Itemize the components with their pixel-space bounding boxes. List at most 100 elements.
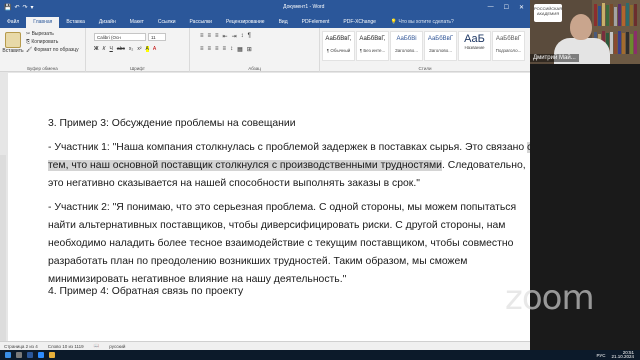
tab-mailings[interactable]: Рассылки [183, 17, 219, 28]
participant-head [570, 14, 592, 40]
style-sample: АаБбВвГ [495, 36, 522, 42]
style-heading-2[interactable]: АаБбВвГ Заголово... [424, 31, 457, 61]
italic-button[interactable]: К [103, 46, 106, 52]
status-bar: Страница 2 из 4 Слово 10 из 1119 📖 русск… [0, 341, 530, 350]
bold-button[interactable]: Ж [94, 46, 99, 52]
ribbon-tabs: Файл Главная Вставка Дизайн Макет Ссылки… [0, 14, 530, 28]
cut-button[interactable]: ✂ Вырезать [26, 31, 79, 37]
document-body[interactable]: 3. Пример 3: Обсуждение проблемы на сове… [48, 115, 530, 295]
clock-date: 21.10.2024 [611, 354, 634, 359]
ribbon-home: Вставить ✂ Вырезать ⎘ Копировать 🖌 Форма… [0, 28, 530, 72]
align-right-button[interactable]: ≡ [215, 46, 219, 53]
style-name: Подзаголо... [495, 48, 522, 53]
font-size-field[interactable]: 11 [148, 33, 166, 41]
underline-button[interactable]: Ч [109, 46, 112, 52]
participant-1-paragraph: - Участник 1: "Наша компания столкнулась… [48, 139, 530, 193]
decrease-indent-button[interactable]: ⇤ [223, 33, 228, 40]
tab-pdfelement[interactable]: PDFelement [295, 17, 337, 28]
style-name: ¶ Обычный [326, 48, 351, 53]
style-title[interactable]: АаБ Название [458, 31, 491, 61]
style-name: Заголово... [429, 48, 452, 53]
tab-home[interactable]: Главная [26, 17, 60, 28]
justify-button[interactable]: ≡ [223, 46, 227, 53]
document-title: Документ1 - Word [283, 4, 325, 10]
system-tray: РУС 20:51 21.10.2024 [596, 350, 640, 360]
style-subtitle[interactable]: АаБбВвГ Подзаголо... [492, 31, 525, 61]
style-sample: АаБбВі [396, 36, 417, 42]
bullets-button[interactable]: ≡ [200, 33, 204, 40]
tab-layout[interactable]: Макет [123, 17, 151, 28]
style-normal[interactable]: АаБбВвГ, ¶ Обычный [322, 31, 355, 61]
tell-me-label: Что вы хотите сделать? [398, 19, 454, 25]
maximize-button[interactable]: ☐ [504, 4, 509, 11]
strikethrough-button[interactable]: abc [117, 46, 125, 52]
proofing-icon[interactable]: 📖 [94, 343, 100, 349]
close-button[interactable]: ✕ [519, 4, 524, 11]
styles-gallery: АаБбВвГ, ¶ Обычный АаБбВвГ, ¶ Без инте..… [322, 31, 525, 61]
borders-button[interactable]: ⊞ [247, 46, 252, 53]
format-painter-button[interactable]: 🖌 Формат по образцу [26, 47, 79, 53]
participant-video[interactable]: РОССИЙСКАЯ АКАДЕМИЯ Дмитрий Май... [530, 0, 640, 64]
redo-icon[interactable]: ↷ [23, 4, 28, 11]
align-center-button[interactable]: ≡ [208, 46, 212, 53]
customize-qat-icon[interactable]: ▾ [31, 4, 34, 11]
format-painter-label: Формат по образцу [33, 47, 79, 53]
style-name: Название [464, 45, 485, 50]
tab-file[interactable]: Файл [0, 17, 26, 28]
language-indicator[interactable]: русский [109, 344, 125, 349]
save-icon[interactable]: 💾 [4, 4, 11, 11]
font-group: Calibri (Осн 11 Ж К Ч abc x₂ x² A A Шриф… [86, 28, 190, 72]
p1-text-start: - Участник 1: "Наша компания столкнулась… [48, 142, 527, 153]
participant-2-paragraph: - Участник 2: "Я понимаю, что это серьез… [48, 202, 517, 285]
academy-logo: РОССИЙСКАЯ АКАДЕМИЯ [534, 4, 562, 22]
style-no-spacing[interactable]: АаБбВвГ, ¶ Без инте... [356, 31, 389, 61]
styles-group-label: Стили [418, 66, 432, 71]
input-language[interactable]: РУС [596, 353, 605, 358]
tab-pdf-xchange[interactable]: PDF-XChange [336, 17, 383, 28]
search-icon[interactable] [16, 352, 22, 358]
multilevel-list-button[interactable]: ≡ [215, 33, 219, 40]
subscript-button[interactable]: x₂ [129, 46, 133, 52]
copy-button[interactable]: ⎘ Копировать [26, 39, 79, 45]
font-name-field[interactable]: Calibri (Осн [94, 33, 146, 41]
undo-icon[interactable]: ↶ [14, 4, 19, 11]
cut-label: Вырезать [31, 31, 54, 37]
clipboard-group: Вставить ✂ Вырезать ⎘ Копировать 🖌 Форма… [0, 28, 86, 72]
window-controls: — ☐ ✕ [488, 4, 530, 11]
style-sample: АаБбВвГ, [359, 36, 386, 42]
shading-button[interactable]: ▦ [237, 46, 243, 53]
start-icon[interactable] [5, 352, 11, 358]
explorer-taskbar-icon[interactable] [49, 352, 55, 358]
show-marks-button[interactable]: ¶ [248, 33, 251, 40]
line-spacing-button[interactable]: ↕ [230, 46, 233, 53]
tab-references[interactable]: Ссылки [151, 17, 183, 28]
example-3-heading: 3. Пример 3: Обсуждение проблемы на сове… [48, 118, 296, 129]
windows-taskbar: РУС 20:51 21.10.2024 [0, 350, 640, 360]
style-sample: АаБбВвГ, [325, 36, 352, 42]
document-page[interactable]: 3. Пример 3: Обсуждение проблемы на сове… [8, 73, 530, 350]
font-group-label: Шрифт [130, 66, 145, 71]
word-count[interactable]: Слово 10 из 1119 [48, 344, 84, 349]
app-window: 💾 ↶ ↷ ▾ Документ1 - Word — ☐ ✕ Файл Глав… [0, 0, 640, 360]
tab-design[interactable]: Дизайн [92, 17, 123, 28]
style-heading-1[interactable]: АаБбВі Заголово... [390, 31, 423, 61]
minimize-button[interactable]: — [488, 4, 494, 11]
lightbulb-icon: 💡 [390, 19, 399, 25]
align-left-button[interactable]: ≡ [200, 46, 204, 53]
increase-indent-button[interactable]: ⇥ [232, 33, 237, 40]
clock[interactable]: 20:51 21.10.2024 [611, 350, 634, 360]
numbering-button[interactable]: ≡ [208, 33, 212, 40]
tell-me-search[interactable]: 💡 Что вы хотите сделать? [391, 19, 454, 28]
sort-button[interactable]: ↕ [241, 33, 244, 40]
paste-button[interactable]: Вставить [2, 32, 24, 54]
zoom-taskbar-icon[interactable] [38, 352, 44, 358]
word-taskbar-icon[interactable] [27, 352, 33, 358]
tab-insert[interactable]: Вставка [59, 17, 92, 28]
highlight-button[interactable]: A [145, 46, 149, 52]
superscript-button[interactable]: x² [137, 46, 141, 52]
tab-view[interactable]: Вид [272, 17, 295, 28]
clipboard-group-label: Буфер обмена [27, 66, 58, 71]
font-color-button[interactable]: A [153, 46, 156, 52]
page-count[interactable]: Страница 2 из 4 [4, 344, 38, 349]
tab-review[interactable]: Рецензирование [219, 17, 272, 28]
